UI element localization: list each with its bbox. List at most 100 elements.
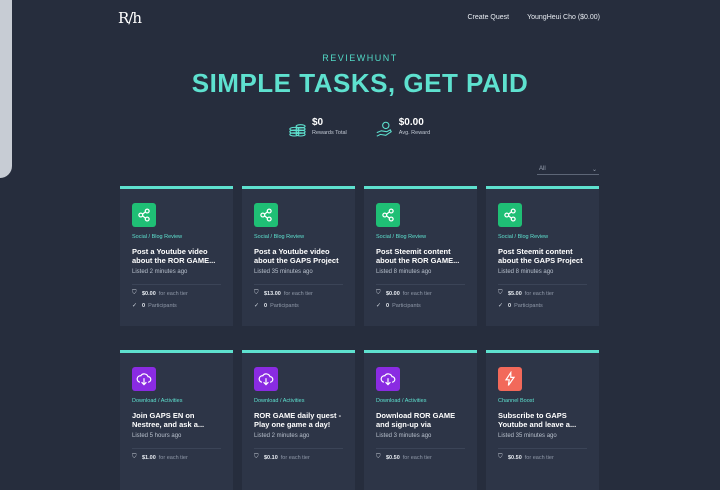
card-participants-row: ✓ 0 Participants	[254, 302, 343, 310]
stat-rewards-total: $0 Rewards Total	[288, 117, 347, 138]
card-title: Join GAPS EN on Nestree, and ask a...	[132, 411, 205, 429]
participants-count: 0	[142, 302, 146, 309]
card-reward-row: ⛉ $0.50 for each tier	[498, 454, 587, 461]
stats-bar: $0 Rewards Total $0.00 Avg. Reward	[288, 117, 430, 138]
stat-value: $0.00	[398, 117, 424, 128]
category-icon-box	[254, 203, 278, 227]
reward-value: $0.00	[142, 290, 156, 297]
reward-icon: ⛉	[376, 290, 381, 296]
filter-value: All	[539, 166, 546, 172]
category-filter-select[interactable]: All ⌄	[537, 164, 599, 175]
card-reward-row: ⛉ $0.50 for each tier	[376, 454, 465, 461]
reward-value: $0.50	[508, 454, 522, 461]
reward-note: for each tier	[402, 290, 432, 297]
reward-icon: ⛉	[132, 454, 137, 460]
reward-icon: ⛉	[376, 454, 381, 460]
reward-note: for each tier	[402, 454, 432, 461]
quest-card[interactable]: Download / Activities Join GAPS EN on Ne…	[120, 350, 233, 490]
card-title: Post a Youtube video about the GAPS Proj…	[254, 247, 339, 265]
card-title: ROR GAME daily quest - Play one game a d…	[254, 411, 342, 429]
reward-value: $5.00	[508, 290, 522, 297]
top-nav: Create Quest YoungHeui Cho ($0.00)	[467, 14, 600, 21]
logo[interactable]: R/h	[118, 9, 142, 27]
reward-value: $0.10	[264, 454, 278, 461]
category-icon-box	[132, 203, 156, 227]
card-divider	[254, 448, 343, 449]
card-divider	[376, 448, 465, 449]
quest-card[interactable]: Social / Blog Review Post a Youtube vide…	[242, 186, 355, 326]
reward-value: $13.00	[264, 290, 281, 297]
card-listed-time: Listed 35 minutes ago	[498, 433, 557, 439]
card-participants-row: ✓ 0 Participants	[132, 302, 221, 310]
participants-note: Participants	[148, 302, 177, 309]
participants-count: 0	[264, 302, 268, 309]
create-quest-link[interactable]: Create Quest	[467, 14, 509, 21]
card-title: Download ROR GAME and sign-up via Google…	[376, 411, 456, 429]
card-reward-row: ⛉ $0.10 for each tier	[254, 454, 343, 461]
card-listed-time: Listed 8 minutes ago	[376, 269, 432, 275]
user-account-link[interactable]: YoungHeui Cho ($0.00)	[527, 14, 600, 21]
reward-icon: ⛉	[254, 454, 259, 460]
card-reward-row: ⛉ $1.00 for each tier	[132, 454, 221, 461]
reward-note: for each tier	[280, 454, 310, 461]
card-title: Post Steemit content about the ROR GAME.…	[376, 247, 460, 265]
category-icon-box	[376, 203, 400, 227]
reward-icon: ⛉	[132, 290, 137, 296]
card-title: Subscribe to GAPS Youtube and leave a...	[498, 411, 577, 429]
card-divider	[132, 284, 221, 285]
category-icon-box	[132, 367, 156, 391]
participants-icon: ✓	[132, 303, 138, 309]
card-category: Download / Activities	[254, 398, 305, 404]
card-category: Download / Activities	[132, 398, 183, 404]
reward-value: $0.50	[386, 454, 400, 461]
card-title: Post a Youtube video about the ROR GAME.…	[132, 247, 216, 265]
reward-note: for each tier	[158, 290, 188, 297]
cloud-download-icon	[136, 373, 152, 386]
card-participants-row: ✓ 0 Participants	[498, 302, 587, 310]
coins-icon	[289, 124, 306, 137]
quest-card[interactable]: Social / Blog Review Post Steemit conten…	[364, 186, 477, 326]
quest-card[interactable]: Social / Blog Review Post Steemit conten…	[486, 186, 599, 326]
page-title: SIMPLE TASKS, GET PAID	[191, 68, 529, 98]
share-icon	[260, 208, 272, 222]
category-icon-box	[254, 367, 278, 391]
participants-icon: ✓	[376, 303, 382, 309]
cloud-download-icon	[258, 373, 274, 386]
participants-icon: ✓	[498, 303, 504, 309]
participants-note: Participants	[514, 302, 543, 309]
category-icon-box	[376, 367, 400, 391]
participants-count: 0	[386, 302, 390, 309]
reward-note: for each tier	[524, 454, 554, 461]
hand-money-icon	[376, 121, 392, 137]
category-icon-box	[498, 203, 522, 227]
quest-card[interactable]: Download / Activities ROR GAME daily que…	[242, 350, 355, 490]
reward-note: for each tier	[158, 454, 188, 461]
stat-label: Avg. Reward	[398, 130, 431, 136]
card-reward-row: ⛉ $13.00 for each tier	[254, 290, 343, 297]
share-icon	[138, 208, 150, 222]
lightning-icon	[504, 371, 516, 386]
card-listed-time: Listed 2 minutes ago	[132, 269, 188, 275]
stat-avg-reward: $0.00 Avg. Reward	[375, 117, 430, 138]
card-category: Channel Boost	[498, 398, 535, 404]
card-listed-time: Listed 35 minutes ago	[254, 269, 313, 275]
card-listed-time: Listed 5 hours ago	[132, 433, 182, 439]
card-category: Social / Blog Review	[498, 234, 549, 240]
participants-note: Participants	[270, 302, 299, 309]
reward-note: for each tier	[283, 290, 313, 297]
card-listed-time: Listed 8 minutes ago	[498, 269, 554, 275]
reward-icon: ⛉	[498, 290, 503, 296]
card-reward-row: ⛉ $0.00 for each tier	[132, 290, 221, 297]
quest-card[interactable]: Download / Activities Download ROR GAME …	[364, 350, 477, 490]
quest-card[interactable]: Social / Blog Review Post a Youtube vide…	[120, 186, 233, 326]
reward-value: $0.00	[386, 290, 400, 297]
card-title: Post Steemit content about the GAPS Proj…	[498, 247, 583, 265]
category-icon-box	[498, 367, 522, 391]
card-category: Social / Blog Review	[376, 234, 427, 240]
cloud-download-icon	[380, 373, 396, 386]
card-category: Social / Blog Review	[132, 234, 183, 240]
reward-note: for each tier	[524, 290, 554, 297]
card-divider	[498, 448, 587, 449]
card-participants-row: ✓ 0 Participants	[376, 302, 465, 310]
quest-card[interactable]: Channel Boost Subscribe to GAPS Youtube …	[486, 350, 599, 490]
